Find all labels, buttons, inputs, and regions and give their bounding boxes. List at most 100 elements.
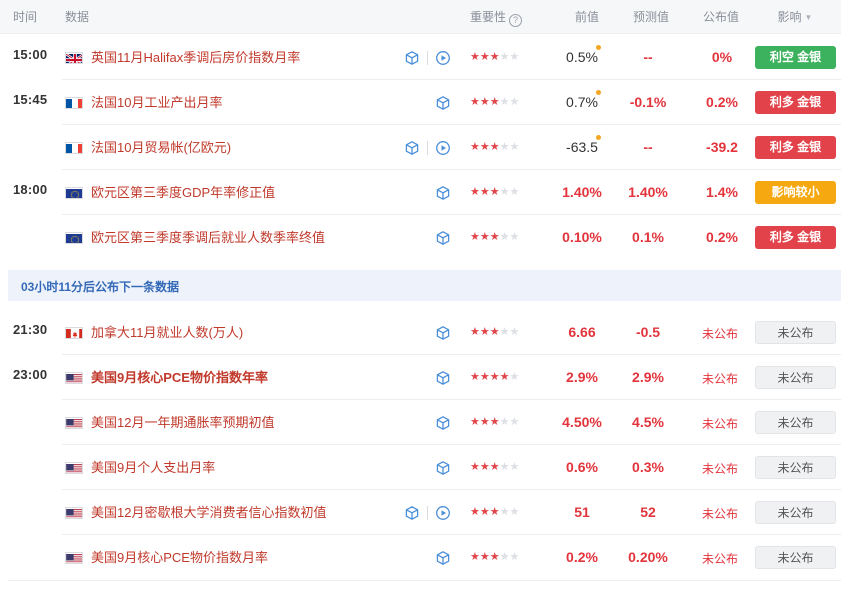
importance-stars: ★★★★★	[470, 95, 519, 109]
help-icon[interactable]: ?	[509, 14, 523, 27]
impact-badge[interactable]: 未公布	[755, 546, 836, 569]
event-row[interactable]: 法国10月贸易帐(亿欧元) ★★★★★ -63.5 -- -39.2 利多 金银	[0, 125, 841, 170]
star-filled-icon: ★	[489, 141, 500, 153]
event-name-link[interactable]: 英国11月Halifax季调后房价指数月率	[91, 49, 300, 66]
impact-badge[interactable]: 未公布	[755, 321, 836, 344]
cube-icon[interactable]	[435, 415, 451, 431]
event-name-link[interactable]: 欧元区第三季度GDP年率修正值	[91, 184, 275, 201]
star-filled-icon: ★	[499, 371, 510, 383]
forecast-value: -0.5	[635, 324, 661, 340]
event-row[interactable]: 15:45 法国10月工业产出月率 ★★★★★ 0.7% -0.1% 0.2% 利多 金银	[0, 80, 841, 125]
event-row[interactable]: 21:30 加拿大11月就业人数(万人) ★★★★★ 6.66 -0.5 未公布 未公布	[0, 310, 841, 355]
impact-badge[interactable]: 利多 金银	[755, 91, 836, 114]
cube-icon[interactable]	[435, 325, 451, 341]
event-row[interactable]: 美国12月密歇根大学消费者信心指数初值 ★★★★★ 51 52 未公布 未公布	[0, 490, 841, 535]
impact-badge[interactable]: 影响较小	[755, 181, 836, 204]
cube-icon[interactable]	[435, 460, 451, 476]
star-filled-icon: ★	[470, 231, 480, 243]
row-time: 15:00	[13, 47, 48, 62]
actual-value: 0.2%	[706, 229, 738, 245]
impact-badge[interactable]: 未公布	[755, 456, 836, 479]
us-flag-icon	[65, 507, 83, 519]
impact-badge[interactable]: 利空 金银	[755, 46, 836, 69]
cube-icon[interactable]	[435, 185, 451, 201]
star-empty-icon: ★	[499, 551, 510, 563]
importance-stars: ★★★★★	[470, 230, 519, 244]
event-row[interactable]: 18:00 欧元区第三季度GDP年率修正值 ★★★★★ 1.40% 1.40% 1.4% 影…	[0, 170, 841, 215]
event-name-link[interactable]: 美国9月核心PCE物价指数月率	[91, 549, 268, 566]
row-time: 15:45	[13, 92, 48, 107]
star-filled-icon: ★	[470, 51, 480, 63]
star-filled-icon: ★	[470, 551, 480, 563]
previous-value: 0.5%	[566, 49, 598, 65]
star-filled-icon: ★	[470, 141, 480, 153]
star-filled-icon: ★	[489, 416, 500, 428]
sort-down-icon[interactable]: ▼	[805, 10, 813, 26]
play-icon[interactable]	[435, 140, 451, 156]
cube-icon[interactable]	[404, 505, 420, 521]
event-name-link[interactable]: 美国9月个人支出月率	[91, 459, 215, 476]
importance-stars: ★★★★★	[470, 370, 519, 384]
star-empty-icon: ★	[509, 416, 520, 428]
us-flag-icon	[65, 372, 83, 384]
cube-icon[interactable]	[435, 95, 451, 111]
cube-icon[interactable]	[404, 140, 420, 156]
table-bottom-divider	[8, 580, 841, 581]
impact-badge[interactable]: 未公布	[755, 411, 836, 434]
impact-badge[interactable]: 利多 金银	[755, 136, 836, 159]
star-filled-icon: ★	[479, 416, 490, 428]
cube-icon[interactable]	[435, 550, 451, 566]
event-row[interactable]: 美国12月一年期通胀率预期初值 ★★★★★ 4.50% 4.5% 未公布 未公布	[0, 400, 841, 445]
header-impact[interactable]: 影响 ▼	[778, 9, 813, 26]
star-filled-icon: ★	[479, 461, 490, 473]
star-filled-icon: ★	[489, 551, 500, 563]
star-empty-icon: ★	[499, 141, 510, 153]
cube-icon[interactable]	[435, 370, 451, 386]
event-row[interactable]: 15:00 英国11月Halifax季调后房价指数月率 ★★★★★ 0.5% -- 0% 利…	[0, 35, 841, 80]
event-name-link[interactable]: 欧元区第三季度季调后就业人数季率终值	[91, 229, 325, 246]
cube-icon[interactable]	[404, 50, 420, 66]
event-row[interactable]: 美国9月个人支出月率 ★★★★★ 0.6% 0.3% 未公布 未公布	[0, 445, 841, 490]
previous-value: 4.50%	[562, 414, 602, 430]
us-flag-icon	[65, 462, 83, 474]
previous-value: 0.7%	[566, 94, 598, 110]
uk-flag-icon	[65, 52, 83, 64]
importance-stars: ★★★★★	[470, 50, 519, 64]
event-name-link[interactable]: 法国10月贸易帐(亿欧元)	[91, 139, 231, 156]
france-flag-icon	[65, 142, 83, 154]
cube-icon[interactable]	[435, 230, 451, 246]
star-empty-icon: ★	[499, 96, 510, 108]
star-empty-icon: ★	[509, 141, 520, 153]
event-row[interactable]: 欧元区第三季度季调后就业人数季率终值 ★★★★★ 0.10% 0.1% 0.2% 利多 金…	[0, 215, 841, 260]
actual-value: 未公布	[701, 327, 739, 341]
importance-stars: ★★★★★	[470, 550, 519, 564]
star-filled-icon: ★	[489, 506, 500, 518]
event-row[interactable]: 美国9月核心PCE物价指数月率 ★★★★★ 0.2% 0.20% 未公布 未公布	[0, 535, 841, 580]
play-icon[interactable]	[435, 505, 451, 521]
impact-badge[interactable]: 利多 金银	[755, 226, 836, 249]
previous-value: 0.10%	[562, 229, 602, 245]
event-name-link[interactable]: 美国12月一年期通胀率预期初值	[91, 414, 274, 431]
star-empty-icon: ★	[509, 326, 520, 338]
event-name-link[interactable]: 加拿大11月就业人数(万人)	[91, 324, 243, 341]
actual-value: -39.2	[706, 139, 738, 155]
star-empty-icon: ★	[509, 186, 520, 198]
event-row[interactable]: 23:00 美国9月核心PCE物价指数年率 ★★★★★ 2.9% 2.9% 未公布 未公布	[0, 355, 841, 400]
event-name-link[interactable]: 美国9月核心PCE物价指数年率	[91, 369, 268, 386]
star-empty-icon: ★	[509, 551, 520, 563]
star-filled-icon: ★	[489, 51, 500, 63]
impact-badge[interactable]: 未公布	[755, 366, 836, 389]
play-icon[interactable]	[435, 50, 451, 66]
row-time: 18:00	[13, 182, 48, 197]
star-filled-icon: ★	[470, 371, 480, 383]
event-name-link[interactable]: 法国10月工业产出月率	[91, 94, 222, 111]
icon-divider	[427, 506, 428, 520]
header-forecast: 预测值	[632, 10, 670, 24]
previous-value: 1.40%	[562, 184, 602, 200]
event-name-link[interactable]: 美国12月密歇根大学消费者信心指数初值	[91, 504, 326, 521]
next-release-text: 03小时11分后公布下一条数据	[21, 280, 180, 294]
actual-value: 未公布	[701, 417, 739, 431]
impact-badge[interactable]: 未公布	[755, 501, 836, 524]
next-release-banner: 03小时11分后公布下一条数据	[8, 270, 841, 301]
importance-stars: ★★★★★	[470, 460, 519, 474]
